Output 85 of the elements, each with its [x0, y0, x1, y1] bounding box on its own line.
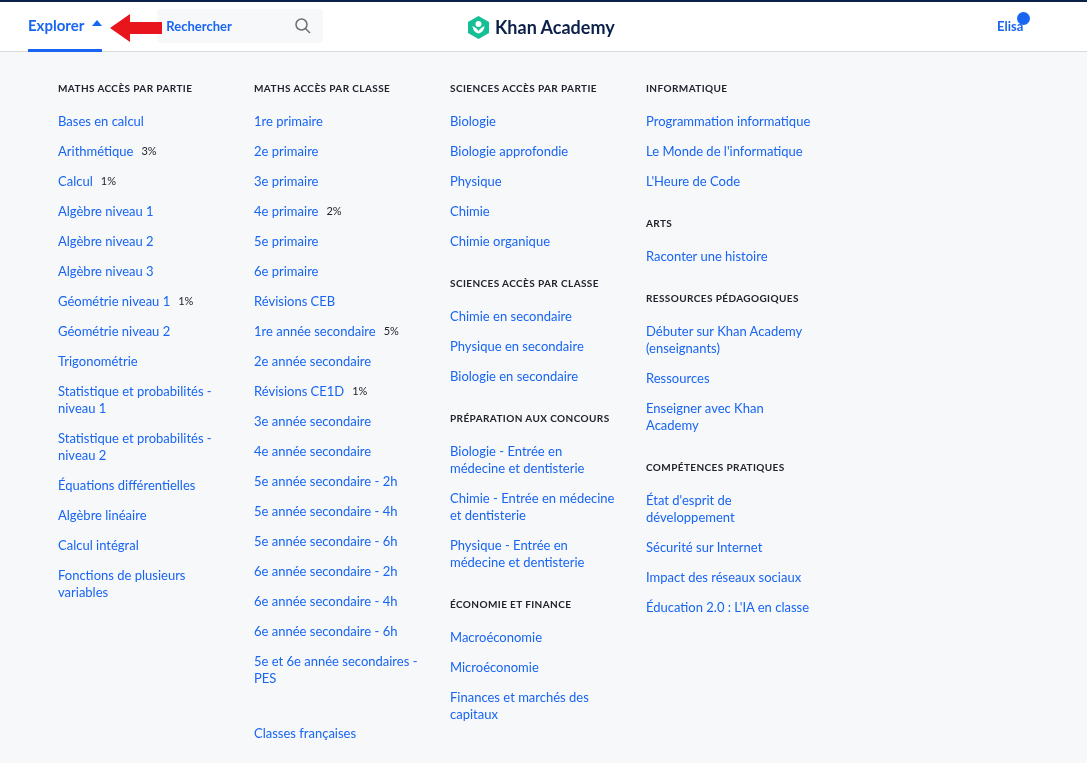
logo-text: Khan Academy — [495, 15, 615, 40]
topic-link[interactable]: Sécurité sur Internet — [646, 539, 763, 556]
user-name[interactable]: Elisa — [997, 18, 1024, 34]
section-heading: PRÉPARATION AUX CONCOURS — [450, 412, 610, 424]
progress-percent: 1% — [178, 293, 194, 308]
topic-link[interactable]: Microéconomie — [450, 659, 539, 676]
topic-link[interactable]: Calcul intégral — [58, 537, 139, 554]
topic-link[interactable]: Raconter une histoire — [646, 248, 768, 265]
hexagon-leaf-icon — [468, 16, 489, 39]
topic-link[interactable]: 2e primaire — [254, 143, 319, 160]
topic-link[interactable]: 3e primaire — [254, 173, 319, 190]
topic-link[interactable]: 5e et 6e année secondaires - PES — [254, 653, 419, 687]
topic-link[interactable]: Biologie — [450, 113, 496, 130]
topic-link[interactable]: Chimie - Entrée en médecine et dentisterie — [450, 490, 615, 524]
topic-link[interactable]: 5e année secondaire - 4h — [254, 503, 398, 520]
topic-link[interactable]: Calcul — [58, 173, 93, 190]
khan-academy-logo[interactable]: Khan Academy — [468, 14, 615, 41]
topic-link[interactable]: Finances et marchés des capitaux — [450, 689, 615, 723]
topic-link[interactable]: Ressources — [646, 370, 710, 387]
section-heading: MATHS ACCÈS PAR PARTIE — [58, 82, 193, 94]
topic-link[interactable]: Révisions CEB — [254, 293, 336, 310]
topic-link[interactable]: Trigonométrie — [58, 353, 138, 370]
topic-link[interactable]: Chimie organique — [450, 233, 550, 250]
caret-up-icon — [92, 19, 103, 26]
topic-link[interactable]: Physique en secondaire — [450, 338, 584, 355]
topic-link[interactable]: 1re année secondaire — [254, 323, 376, 340]
topic-link[interactable]: Le Monde de l'informatique — [646, 143, 803, 160]
topic-link[interactable]: 4e année secondaire — [254, 443, 372, 460]
topic-link[interactable]: Géométrie niveau 2 — [58, 323, 171, 340]
topic-link[interactable]: 5e année secondaire - 2h — [254, 473, 398, 490]
topic-link[interactable]: 3e année secondaire — [254, 413, 372, 430]
topic-link[interactable]: Équations différentielles — [58, 477, 196, 494]
topic-link[interactable]: Statistique et probabilités - niveau 1 — [58, 383, 223, 417]
topic-link[interactable]: Physique - Entrée en médecine et dentisterie — [450, 537, 615, 571]
topic-link[interactable]: Géométrie niveau 1 — [58, 293, 171, 310]
topic-link[interactable]: Fonctions de plusieurs variables — [58, 567, 223, 601]
topic-link[interactable]: État d'esprit de développement — [646, 492, 811, 526]
topic-link[interactable]: 6e année secondaire - 2h — [254, 563, 398, 580]
topic-link[interactable]: Algèbre niveau 3 — [58, 263, 154, 280]
topic-link[interactable]: Macroéconomie — [450, 629, 542, 646]
pointer-arrow — [110, 13, 162, 43]
topic-link[interactable]: Chimie — [450, 203, 490, 220]
progress-percent: 2% — [326, 203, 342, 218]
topic-link[interactable]: Classes françaises — [254, 725, 357, 742]
section-heading: ARTS — [646, 217, 673, 229]
topic-link[interactable]: 6e primaire — [254, 263, 319, 280]
topic-link[interactable]: Biologie en secondaire — [450, 368, 579, 385]
search-icon — [295, 17, 312, 34]
topic-link[interactable]: 5e primaire — [254, 233, 319, 250]
section-heading: INFORMATIQUE — [646, 82, 728, 94]
topic-link[interactable]: 5e année secondaire - 6h — [254, 533, 398, 550]
section-heading: MATHS ACCÈS PAR CLASSE — [254, 82, 391, 94]
section-heading: SCIENCES ACCÈS PAR CLASSE — [450, 277, 599, 289]
topic-link[interactable]: Programmation informatique — [646, 113, 811, 130]
explore-tab[interactable]: Explorer — [28, 0, 103, 52]
topic-link[interactable]: Statistique et probabilités - niveau 2 — [58, 430, 223, 464]
topic-link[interactable]: Bases en calcul — [58, 113, 144, 130]
section-heading: ÉCONOMIE ET FINANCE — [450, 598, 572, 610]
progress-percent: 5% — [383, 323, 399, 338]
topic-link[interactable]: Enseigner avec Khan Academy — [646, 400, 811, 434]
topic-link[interactable]: L'Heure de Code — [646, 173, 741, 190]
section-heading: COMPÉTENCES PRATIQUES — [646, 461, 785, 473]
topic-link[interactable]: Algèbre niveau 2 — [58, 233, 154, 250]
topic-link[interactable]: Physique — [450, 173, 502, 190]
topic-link[interactable]: Éducation 2.0 : L'IA en classe — [646, 599, 810, 616]
topic-link[interactable]: 6e année secondaire - 6h — [254, 623, 398, 640]
section-heading: SCIENCES ACCÈS PAR PARTIE — [450, 82, 597, 94]
topic-link[interactable]: Arithmétique — [58, 143, 134, 160]
search-field[interactable]: Rechercher — [157, 8, 324, 43]
topic-link[interactable]: Biologie approfondie — [450, 143, 569, 160]
topic-link[interactable]: Impact des réseaux sociaux — [646, 569, 802, 586]
topic-link[interactable]: 6e année secondaire - 4h — [254, 593, 398, 610]
topic-link[interactable]: Chimie en secondaire — [450, 308, 572, 325]
topic-link[interactable]: Débuter sur Khan Academy (enseignants) — [646, 323, 811, 357]
topic-link[interactable]: Biologie - Entrée en médecine et dentisterie — [450, 443, 615, 477]
topic-link[interactable]: Algèbre linéaire — [58, 507, 147, 524]
topic-link[interactable]: 4e primaire — [254, 203, 319, 220]
progress-percent: 1% — [352, 383, 368, 398]
topic-link[interactable]: Algèbre niveau 1 — [58, 203, 154, 220]
progress-percent: 1% — [100, 173, 116, 188]
topic-link[interactable]: 1re primaire — [254, 113, 323, 130]
topic-link[interactable]: Révisions CE1D — [254, 383, 345, 400]
section-heading: RESSOURCES PÉDAGOGIQUES — [646, 292, 799, 304]
topic-link[interactable]: 2e année secondaire — [254, 353, 372, 370]
progress-percent: 3% — [141, 143, 157, 158]
